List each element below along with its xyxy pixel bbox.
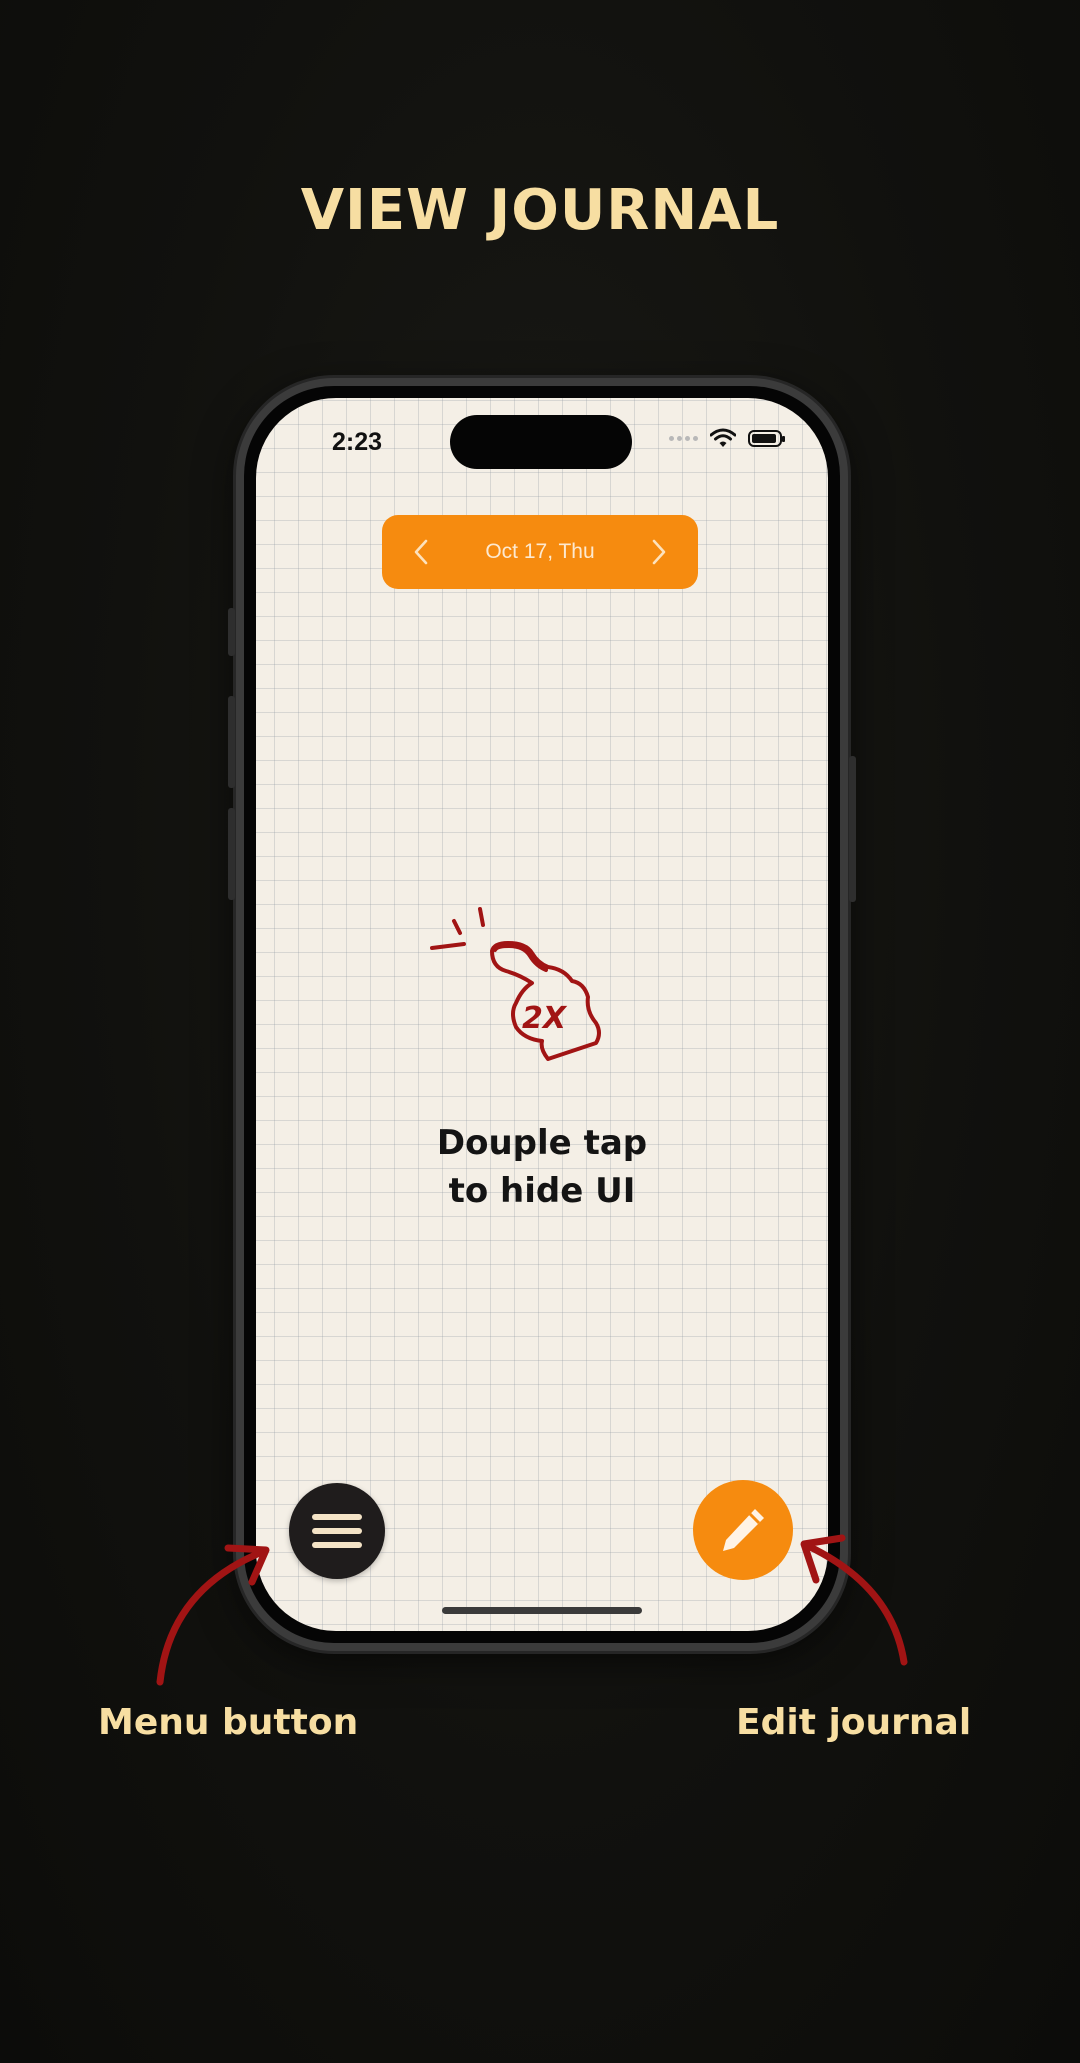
edit-journal-callout: Edit journal (736, 1702, 972, 1743)
menu-callout-arrow (156, 1548, 266, 1686)
edit-callout-arrow (804, 1542, 908, 1666)
menu-button-callout: Menu button (98, 1702, 359, 1743)
annotation-arrows (156, 1534, 908, 1686)
